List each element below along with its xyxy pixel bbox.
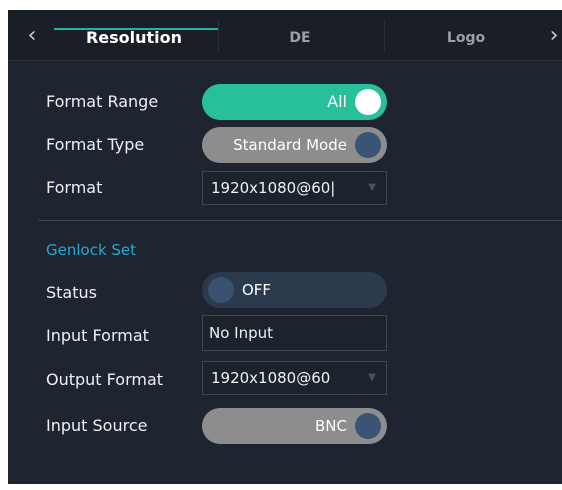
chevron-right-icon[interactable]: › bbox=[546, 24, 562, 48]
input-format-field: No Input bbox=[202, 315, 387, 351]
input-format-label: Input Format bbox=[46, 326, 149, 345]
dropdown-caret-icon: ▼ bbox=[368, 372, 376, 383]
toggle-knob bbox=[355, 89, 381, 115]
dropdown-caret-icon: ▼ bbox=[368, 182, 376, 193]
toggle-knob bbox=[208, 277, 234, 303]
tab-de[interactable]: DE bbox=[230, 27, 370, 49]
chevron-left-icon[interactable]: ‹ bbox=[24, 24, 40, 48]
format-range-label: Format Range bbox=[46, 92, 159, 111]
format-range-value: All bbox=[327, 92, 347, 111]
format-select[interactable]: 1920x1080@60| ▼ bbox=[202, 171, 387, 205]
tab-divider bbox=[384, 20, 385, 52]
toggle-knob bbox=[355, 413, 381, 439]
section-divider bbox=[38, 220, 562, 221]
toggle-knob bbox=[355, 132, 381, 158]
input-source-label: Input Source bbox=[46, 416, 148, 435]
tab-bar: ‹ Resolution DE Logo › bbox=[8, 10, 562, 61]
format-type-toggle[interactable]: Standard Mode bbox=[202, 127, 387, 163]
input-source-value: BNC bbox=[315, 417, 347, 435]
tab-resolution[interactable]: Resolution bbox=[64, 27, 204, 49]
format-range-toggle[interactable]: All bbox=[202, 84, 387, 120]
format-label: Format bbox=[46, 178, 103, 197]
tab-divider bbox=[218, 20, 219, 52]
input-source-toggle[interactable]: BNC bbox=[202, 408, 387, 444]
output-format-select[interactable]: 1920x1080@60 ▼ bbox=[202, 361, 387, 395]
output-format-label: Output Format bbox=[46, 370, 164, 389]
status-toggle[interactable]: OFF bbox=[202, 272, 387, 308]
output-format-value: 1920x1080@60 bbox=[211, 369, 331, 387]
format-type-label: Format Type bbox=[46, 135, 145, 154]
status-value: OFF bbox=[242, 281, 272, 299]
tab-logo[interactable]: Logo bbox=[396, 27, 536, 49]
status-label: Status bbox=[46, 283, 97, 302]
genlock-section-title: Genlock Set bbox=[46, 241, 137, 259]
input-format-value: No Input bbox=[209, 324, 274, 342]
format-type-value: Standard Mode bbox=[233, 136, 347, 154]
format-value: 1920x1080@60| bbox=[211, 179, 336, 197]
settings-panel: ‹ Resolution DE Logo › Format Range All … bbox=[8, 10, 562, 484]
